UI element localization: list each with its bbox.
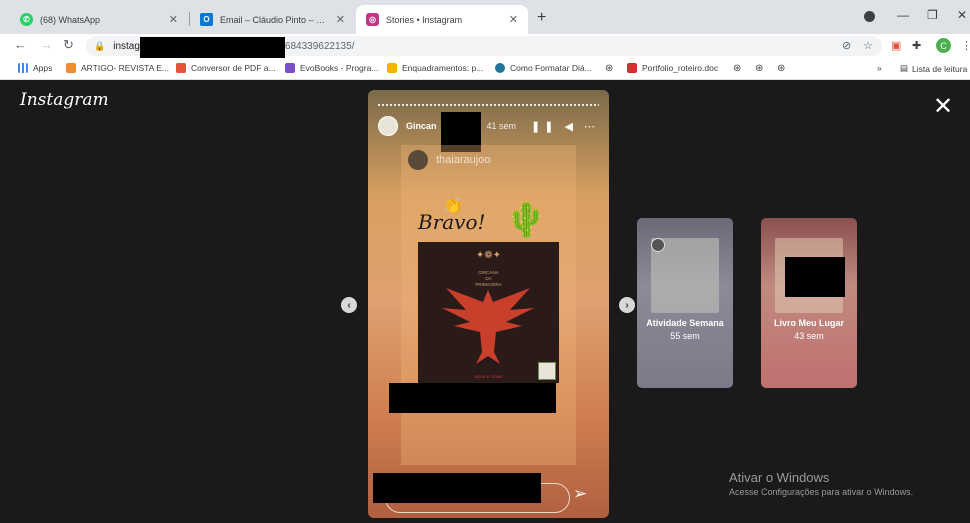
- bookmark-apps[interactable]: Apps: [18, 63, 52, 73]
- ornament-icon: ✦❁✦: [475, 250, 502, 261]
- tab-whatsapp[interactable]: ✆ (68) WhatsApp ✕: [10, 5, 188, 34]
- browser-toolbar: ← → ↻ 🔒 instag 684339622135/ ⊘ ☆ ▣ ✚ ⋮: [0, 34, 970, 63]
- bookmark-icon: [387, 63, 397, 73]
- bookmark-label: EvoBooks - Progra...: [300, 63, 379, 73]
- cactus-sticker-icon: 🌵: [505, 201, 548, 239]
- bookmark-item[interactable]: EvoBooks - Progra...: [285, 63, 378, 73]
- restore-button[interactable]: ❐: [927, 8, 938, 22]
- redaction-block: [785, 257, 845, 297]
- pdf-icon: [176, 63, 186, 73]
- active-story[interactable]: Gincan 41 sem ❚❚ ◀ ⋯ thaiaraujoo 👏 Bravo…: [368, 90, 609, 518]
- outlook-icon: O: [200, 13, 213, 26]
- eye-off-icon[interactable]: ⊘: [842, 39, 851, 52]
- tab-title: Stories • Instagram: [386, 14, 463, 25]
- bookmark-item[interactable]: Enquadramentos: p...: [387, 63, 483, 73]
- activation-subtitle: Acesse Configurações para ativar o Windo…: [729, 487, 914, 497]
- avatar: [651, 238, 665, 252]
- instagram-logo[interactable]: Instagram: [20, 90, 109, 110]
- url-text-prefix: instag: [113, 40, 140, 52]
- send-icon[interactable]: ➢: [573, 484, 587, 504]
- address-bar[interactable]: 🔒 instag 684339622135/: [86, 36, 882, 63]
- story-timestamp: 41 sem: [486, 121, 517, 131]
- star-icon[interactable]: ☆: [863, 39, 873, 52]
- bookmark-label: Apps: [33, 63, 53, 73]
- lock-icon: 🔒: [94, 40, 106, 51]
- profile-avatar[interactable]: C: [936, 38, 951, 53]
- bookmark-item[interactable]: Conversor de PDF a...: [176, 63, 276, 73]
- bookmark-label: ARTIGO- REVISTA E...: [81, 63, 170, 73]
- bravo-sticker: Bravo!: [418, 210, 486, 234]
- redaction-block: [373, 473, 541, 503]
- reading-list-icon: ▤: [900, 63, 909, 73]
- story-header: Gincan 41 sem ❚❚ ◀ ⋯: [378, 112, 599, 152]
- close-icon[interactable]: ✕: [169, 13, 178, 26]
- close-icon[interactable]: ✕: [933, 92, 953, 121]
- activation-title: Ativar o Windows: [729, 470, 830, 485]
- windows-activation-watermark: Ativar o Windows Acesse Configurações pa…: [729, 470, 913, 497]
- bookmarks-bar: Apps ARTIGO- REVISTA E... Conversor de P…: [0, 58, 970, 80]
- back-button[interactable]: ←: [14, 37, 27, 52]
- story-progress-bar: [378, 104, 599, 106]
- forward-button[interactable]: →: [40, 37, 53, 52]
- phoenix-icon: [442, 288, 534, 364]
- bookmark-label: Portfolio_roteiro.doc: [642, 63, 719, 73]
- stories-viewer: Instagram ✕ Gincan 41 sem ❚❚ ◀ ⋯ thaiara…: [0, 80, 970, 523]
- bookmark-icon: [66, 63, 76, 73]
- globe-icon[interactable]: ⊛: [777, 63, 785, 74]
- previous-story-button[interactable]: ‹: [341, 297, 357, 313]
- close-icon[interactable]: ✕: [336, 13, 345, 26]
- reload-button[interactable]: ↻: [63, 37, 74, 53]
- mention-username: thaiaraujoo: [436, 154, 491, 166]
- story-thumbnail[interactable]: Livro Meu Lugar 43 sem: [761, 218, 857, 388]
- thumbnail-label: Livro Meu Lugar: [773, 318, 844, 328]
- bookmark-item[interactable]: ARTIGO- REVISTA E...: [66, 63, 169, 73]
- tab-title: Email – Cláudio Pinto – Outlook: [220, 14, 328, 25]
- bookmark-label: Como Formatar Diá...: [510, 63, 592, 73]
- globe-icon[interactable]: ⊛: [733, 63, 741, 74]
- globe-icon[interactable]: ⊛: [755, 63, 763, 74]
- new-tab-button[interactable]: +: [537, 9, 546, 27]
- team-poster-image: ✦❁✦ GINCANA DA PRIMAVERA EQUIPE FÊNIX: [418, 242, 559, 383]
- avatar: [408, 150, 428, 170]
- thumbnail-label: Atividade Semana: [646, 318, 724, 328]
- menu-dots-icon[interactable]: ⋮: [961, 39, 970, 52]
- school-seal-icon: [538, 362, 556, 380]
- bookmark-item[interactable]: Como Formatar Diá...: [495, 63, 592, 73]
- wordpress-icon: [495, 63, 505, 73]
- media-control-icon[interactable]: [864, 11, 875, 22]
- tab-outlook[interactable]: O Email – Cláudio Pinto – Outlook ✕: [190, 5, 355, 34]
- reading-list-button[interactable]: ▤ Lista de leitura: [900, 63, 967, 74]
- close-window-button[interactable]: ✕: [957, 8, 967, 22]
- more-bookmarks-button[interactable]: »: [877, 63, 882, 73]
- url-text-suffix: 684339622135/: [284, 40, 355, 52]
- extension-pdf-icon[interactable]: ▣: [891, 39, 901, 52]
- tab-instagram[interactable]: ◎ Stories • Instagram ✕: [356, 5, 528, 34]
- whatsapp-icon: ✆: [20, 13, 33, 26]
- redaction-block: [389, 383, 556, 413]
- puzzle-icon[interactable]: ✚: [912, 39, 921, 52]
- apps-grid-icon: [18, 63, 28, 73]
- next-story-button[interactable]: ›: [619, 297, 635, 313]
- avatar[interactable]: [378, 116, 398, 136]
- browser-tab-strip: ✆ (68) WhatsApp ✕ O Email – Cláudio Pint…: [0, 0, 970, 34]
- thumbnail-time: 43 sem: [794, 331, 824, 341]
- bookmark-label: Enquadramentos: p...: [402, 63, 484, 73]
- reading-list-label: Lista de leitura: [912, 63, 968, 74]
- close-icon[interactable]: ✕: [509, 13, 518, 26]
- instagram-icon: ◎: [366, 13, 379, 26]
- story-thumbnail[interactable]: Atividade Semana 55 sem: [637, 218, 733, 388]
- story-controls[interactable]: ❚❚ ◀ ⋯: [531, 120, 599, 133]
- minimize-button[interactable]: —: [897, 8, 909, 22]
- evobooks-icon: [285, 63, 295, 73]
- tab-title: (68) WhatsApp: [40, 14, 101, 25]
- bookmark-label: Conversor de PDF a...: [191, 63, 276, 73]
- globe-icon[interactable]: ⊛: [605, 63, 613, 74]
- bookmark-item[interactable]: Portfolio_roteiro.doc: [627, 63, 718, 73]
- mention-sticker[interactable]: thaiaraujoo: [408, 150, 490, 170]
- doc-icon: [627, 63, 637, 73]
- story-username[interactable]: Gincan: [406, 121, 437, 131]
- thumbnail-time: 55 sem: [670, 331, 700, 341]
